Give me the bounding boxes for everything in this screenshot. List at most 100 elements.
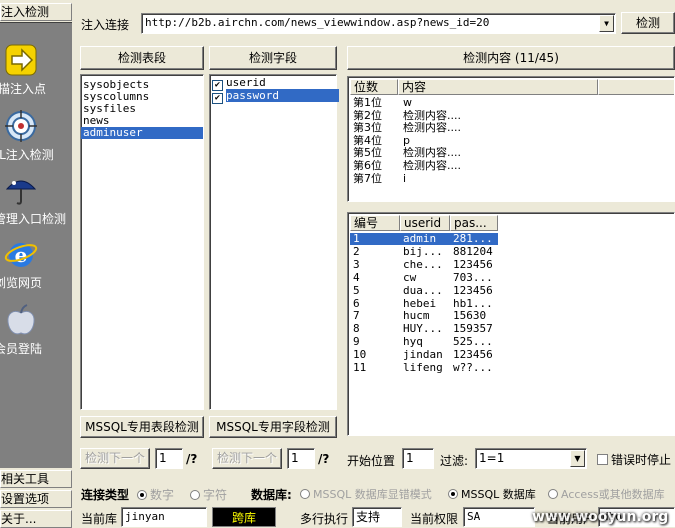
sidebar-item-member-login[interactable]: 会员登陆 — [0, 303, 72, 365]
results-col-password[interactable]: pas... — [450, 215, 498, 231]
filter-value: 1=1 — [479, 451, 505, 465]
mssql-tables-detect-button[interactable]: MSSQL专用表段检测 — [80, 416, 204, 438]
content-header-button[interactable]: 检测内容 (11/45) — [347, 46, 675, 70]
content-position-cell: 第7位 — [353, 172, 382, 185]
apple-icon — [7, 304, 35, 335]
result-id-cell: 9 — [353, 336, 360, 349]
tables-list[interactable]: sysobjects syscolumns sysfiles news adminuse… — [80, 74, 204, 410]
table-row[interactable]: 3 che... 123456 — [350, 259, 510, 271]
db-mssql-error-radio[interactable]: MSSQL 数据库显错模式 — [300, 486, 432, 502]
chevron-down-icon[interactable]: ▼ — [570, 450, 585, 467]
filter-dropdown[interactable]: 1=1 ▼ — [475, 448, 587, 469]
table-row[interactable]: 4 cw 703... — [350, 272, 510, 284]
tables-page-input[interactable]: 1 — [155, 448, 183, 469]
results-table[interactable]: 编号 userid pas... 1 admin 281... 2 bij... 8812… — [347, 212, 675, 436]
table-row[interactable]: 11 lifeng w??... — [350, 362, 510, 374]
content-col-filler — [598, 79, 674, 95]
radio-icon[interactable] — [137, 490, 147, 500]
detect-button[interactable]: 检测 — [621, 12, 675, 34]
result-password-cell: 123456 — [453, 349, 493, 362]
content-value-cell: 检测内容.... — [403, 122, 461, 135]
content-col-content[interactable]: 内容 — [398, 79, 598, 95]
umbrella-icon — [5, 180, 37, 205]
radio-icon[interactable] — [190, 490, 200, 500]
result-id-cell: 1 — [350, 233, 400, 245]
url-input[interactable]: http://b2b.airchn.com/news_viewwindow.as… — [141, 13, 616, 34]
sidebar-header-injection[interactable]: 注入检测 — [0, 3, 72, 21]
mssql-fields-detect-button[interactable]: MSSQL专用字段检测 — [209, 416, 337, 438]
content-row[interactable]: 第5位 检测内容.... — [350, 147, 670, 159]
content-value-cell: 检测内容.... — [403, 109, 461, 122]
sidebar-header-about[interactable]: 关于... — [0, 510, 72, 528]
result-userid-cell: lifeng — [403, 362, 443, 374]
table-row[interactable]: 9 hyq 525... — [350, 336, 510, 348]
table-row[interactable]: 2 bij... 881204 — [350, 246, 510, 258]
tables-next-button[interactable]: 检测下一个 — [80, 448, 150, 469]
conn-number-radio[interactable]: 数字 — [137, 486, 174, 503]
sidebar-item-label: SQL注入检测 — [0, 148, 54, 162]
result-password-cell: 159357 — [453, 323, 493, 336]
radio-icon[interactable] — [300, 489, 310, 499]
radio-icon[interactable] — [548, 489, 558, 499]
results-col-userid[interactable]: userid — [400, 215, 450, 231]
content-row[interactable]: 第2位 检测内容.... — [350, 110, 670, 122]
content-value-cell: w — [403, 97, 412, 109]
start-position-input[interactable]: 1 — [402, 448, 434, 469]
sidebar-item-admin-entry[interactable]: 管理入口检测 — [0, 173, 72, 235]
content-col-position[interactable]: 位数 — [350, 79, 398, 95]
radio-icon[interactable] — [448, 489, 458, 499]
sidebar-item-label: 浏览网页 — [0, 276, 43, 290]
content-position-cell: 第6位 — [353, 160, 382, 172]
sidebar-item-label: 扫描注入点 — [0, 82, 47, 96]
sidebar-item-browse[interactable]: e 浏览网页 — [0, 237, 72, 299]
sidebar-item-scan[interactable]: 扫描注入点 — [0, 43, 72, 105]
stop-on-error-label: 错误时停止 — [611, 453, 672, 467]
result-userid-cell: admin — [400, 233, 450, 245]
content-value-cell: i — [403, 172, 407, 185]
sidebar-header-tools[interactable]: 相关工具 — [0, 470, 72, 488]
conn-char-radio[interactable]: 字符 — [190, 486, 227, 503]
target-icon — [5, 110, 37, 142]
table-row[interactable]: 7 hucm 15630 — [350, 310, 510, 322]
result-id-cell: 7 — [353, 310, 360, 323]
sidebar-item-sql-injection[interactable]: SQL注入检测 — [0, 109, 72, 171]
db-mssql-radio[interactable]: MSSQL 数据库 — [448, 486, 536, 502]
fields-header-button[interactable]: 检测字段 — [209, 46, 337, 70]
table-row[interactable]: 5 dua... 123456 — [350, 285, 510, 297]
table-row[interactable]: 10 jindan 123456 — [350, 349, 510, 361]
result-userid-cell: HUY... — [403, 323, 443, 336]
table-row[interactable]: 1 admin 281... — [350, 233, 510, 245]
field-list-item[interactable]: ✔ password — [210, 89, 339, 104]
result-userid-cell: cw — [403, 271, 417, 284]
table-row[interactable]: 6 hebei hb1... — [350, 298, 510, 310]
chevron-down-icon[interactable]: ▼ — [599, 15, 614, 32]
db-access-radio[interactable]: Access或其他数据库 — [548, 486, 665, 502]
content-row[interactable]: 第7位 i — [350, 173, 670, 185]
current-db-field: jinyan — [121, 507, 207, 527]
cross-db-button[interactable]: 跨库 — [212, 507, 276, 527]
content-position-cell: 第1位 — [353, 97, 382, 109]
tables-header-button[interactable]: 检测表段 — [80, 46, 204, 70]
fields-next-button[interactable]: 检测下一个 — [212, 448, 282, 469]
fields-page-input[interactable]: 1 — [287, 448, 315, 469]
results-col-id[interactable]: 编号 — [350, 215, 400, 231]
checkbox-icon[interactable] — [597, 454, 608, 465]
sidebar-header-settings[interactable]: 设置选项 — [0, 490, 72, 508]
content-row[interactable]: 第6位 检测内容.... — [350, 160, 670, 172]
content-row[interactable]: 第3位 检测内容.... — [350, 122, 670, 134]
ie-browser-icon: e — [4, 243, 38, 267]
conn-number-label: 数字 — [150, 488, 175, 502]
content-row[interactable]: 第4位 p — [350, 135, 670, 147]
fields-list[interactable]: ✔ userid ✔ password — [209, 74, 339, 410]
table-list-item[interactable]: adminuser — [81, 127, 203, 139]
content-table[interactable]: 位数 内容 第1位 w 第2位 检测内容.... 第3位 检测内容.... 第4位 p 第5位检… — [347, 76, 675, 202]
db-access-label: Access或其他数据库 — [561, 488, 665, 501]
sidebar: 注入检测 扫描注入点 SQL注入检测 管理入口检测 — [0, 0, 72, 528]
result-userid-cell: hebei — [403, 297, 437, 310]
multiline-label: 多行执行 — [300, 512, 349, 526]
stop-on-error-checkbox[interactable]: 错误时停止 — [597, 451, 671, 468]
content-row[interactable]: 第1位 w — [350, 97, 670, 109]
content-value-cell: p — [403, 134, 410, 147]
table-row[interactable]: 8 HUY... 159357 — [350, 323, 510, 335]
checkbox-icon[interactable]: ✔ — [212, 93, 223, 104]
